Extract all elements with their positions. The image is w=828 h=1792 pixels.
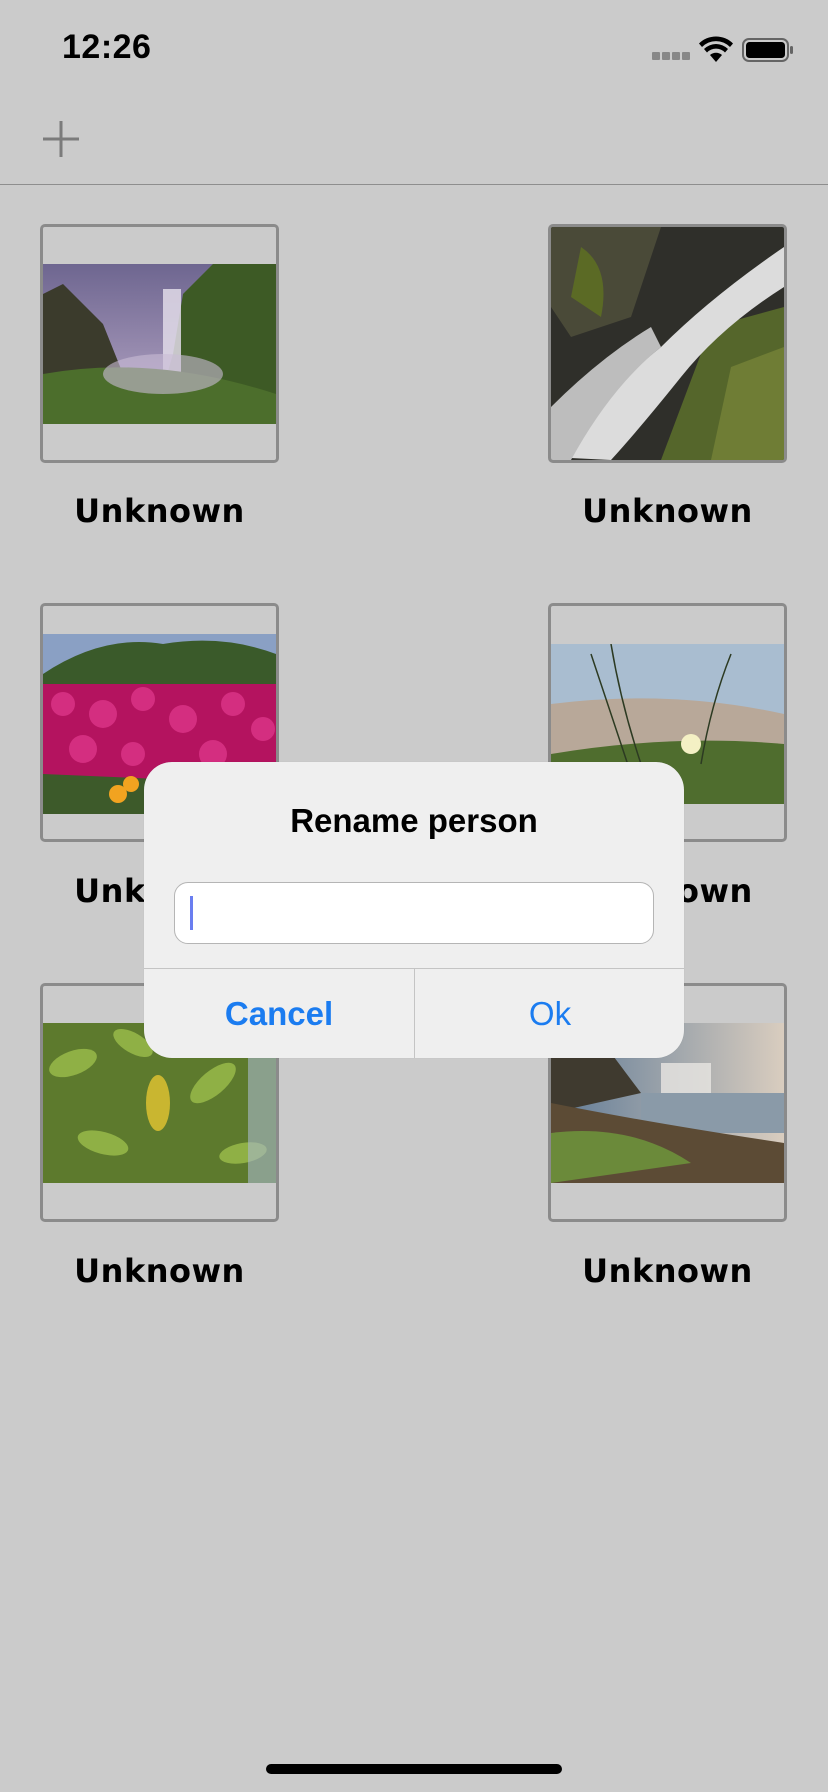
- status-bar: 12:26: [0, 0, 828, 100]
- battery-icon: [742, 38, 793, 62]
- photo-waterfall-valley: [43, 264, 276, 424]
- rename-dialog: Rename person Cancel Ok: [144, 762, 684, 1058]
- status-time: 12:26: [62, 28, 152, 66]
- wifi-icon: [699, 36, 733, 62]
- text-caret: [190, 896, 193, 930]
- signal-icon: [652, 52, 690, 62]
- ok-button[interactable]: Ok: [415, 969, 684, 1058]
- photo-waterfall-closeup: [551, 227, 784, 460]
- home-indicator[interactable]: [266, 1764, 562, 1774]
- name-input[interactable]: [174, 882, 654, 944]
- photo-caption: Unknown: [74, 1252, 245, 1290]
- dialog-title: Rename person: [290, 802, 538, 839]
- plus-icon[interactable]: [40, 118, 82, 160]
- cancel-button[interactable]: Cancel: [144, 969, 414, 1058]
- photo-caption: Unknown: [74, 492, 245, 530]
- photo-card[interactable]: [548, 224, 787, 463]
- photo-caption: Unknown: [582, 1252, 753, 1290]
- photo-card[interactable]: [40, 224, 279, 463]
- photo-caption: Unknown: [582, 492, 753, 530]
- navigation-bar: [0, 100, 828, 185]
